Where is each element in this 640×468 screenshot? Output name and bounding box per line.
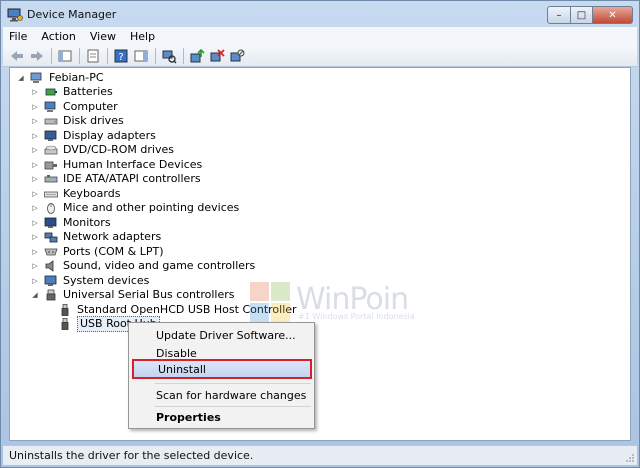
window-controls: – □ ✕ bbox=[547, 6, 633, 24]
mouse-icon bbox=[47, 202, 55, 214]
tree-item-computer[interactable]: ▷ Computer bbox=[30, 99, 117, 114]
tree-item-hid[interactable]: ▷ Human Interface Devices bbox=[30, 157, 202, 172]
keyboard-icon bbox=[44, 191, 58, 197]
tree-item-mice[interactable]: ▷ Mice and other pointing devices bbox=[30, 200, 239, 215]
back-arrow-icon[interactable] bbox=[9, 48, 25, 64]
menu-view[interactable]: View bbox=[90, 30, 116, 43]
network-adapter-icon bbox=[44, 232, 58, 242]
maximize-button[interactable]: □ bbox=[571, 6, 593, 24]
menu-help[interactable]: Help bbox=[130, 30, 155, 43]
tree-item-sound-video[interactable]: ▷ Sound, video and game controllers bbox=[30, 258, 255, 273]
expand-icon[interactable]: ▷ bbox=[30, 132, 40, 140]
window-title: Device Manager bbox=[27, 8, 117, 21]
minimize-button[interactable]: – bbox=[547, 6, 571, 24]
tree-item-keyboards[interactable]: ▷ Keyboards bbox=[30, 186, 120, 201]
scan-hardware-icon[interactable] bbox=[161, 48, 177, 64]
toolbar-separator bbox=[51, 47, 52, 64]
forward-arrow-icon[interactable] bbox=[29, 48, 45, 64]
hid-icon bbox=[44, 161, 57, 169]
title-bar[interactable]: Device Manager – □ ✕ bbox=[1, 1, 639, 29]
watermark-tagline: #1 Windows Portal Indonesia bbox=[298, 312, 415, 321]
usb-plug-icon bbox=[61, 303, 69, 316]
expand-icon[interactable]: ▷ bbox=[30, 146, 40, 154]
menu-update-driver[interactable]: Update Driver Software... bbox=[132, 326, 312, 344]
expand-icon[interactable]: ▷ bbox=[30, 103, 40, 111]
menu-separator bbox=[155, 383, 311, 384]
expand-icon[interactable]: ▷ bbox=[30, 117, 40, 125]
tree-item-ports[interactable]: ▷ Ports (COM & LPT) bbox=[30, 244, 163, 259]
tree-item-monitors[interactable]: ▷ Monitors bbox=[30, 215, 110, 230]
tree-item-ide-controllers[interactable]: ▷ IDE ATA/ATAPI controllers bbox=[30, 171, 200, 186]
status-bar: Uninstalls the driver for the selected d… bbox=[3, 445, 637, 465]
collapse-icon[interactable]: ◢ bbox=[16, 74, 26, 82]
expand-icon[interactable]: ▷ bbox=[30, 161, 40, 169]
toolbar-separator bbox=[107, 47, 108, 64]
tree-item-dvd-drives[interactable]: ▷ DVD/CD-ROM drives bbox=[30, 142, 174, 157]
tree-item-disk-drives[interactable]: ▷ Disk drives bbox=[30, 113, 123, 128]
svg-text:?: ? bbox=[118, 52, 123, 63]
expand-icon[interactable]: ▷ bbox=[30, 248, 40, 256]
collapse-icon[interactable]: ◢ bbox=[30, 291, 40, 299]
menu-bar: File Action View Help bbox=[3, 27, 637, 45]
disable-device-icon[interactable] bbox=[229, 48, 245, 64]
speaker-icon bbox=[45, 259, 54, 272]
computer-icon bbox=[30, 72, 42, 83]
update-driver-icon[interactable] bbox=[189, 48, 205, 64]
toolbar: ? bbox=[3, 45, 637, 67]
menu-properties[interactable]: Properties bbox=[132, 408, 312, 426]
tree-item-usb-controllers[interactable]: ◢ Universal Serial Bus controllers bbox=[30, 287, 234, 302]
expand-icon[interactable]: ▷ bbox=[30, 204, 40, 212]
battery-icon bbox=[45, 88, 57, 95]
show-hide-console-tree-icon[interactable] bbox=[57, 48, 73, 64]
status-text: Uninstalls the driver for the selected d… bbox=[9, 449, 254, 462]
display-adapter-icon bbox=[44, 130, 57, 141]
expand-icon[interactable]: ▷ bbox=[30, 88, 40, 96]
expand-icon[interactable]: ▷ bbox=[30, 277, 40, 285]
menu-action[interactable]: Action bbox=[41, 30, 75, 43]
menu-uninstall[interactable]: Uninstall bbox=[132, 359, 312, 379]
help-icon[interactable]: ? bbox=[113, 48, 129, 64]
context-menu: Update Driver Software... Disable Uninst… bbox=[128, 322, 315, 429]
toolbar-separator bbox=[155, 47, 156, 64]
expand-icon[interactable]: ▷ bbox=[30, 219, 40, 227]
menu-scan-hardware[interactable]: Scan for hardware changes bbox=[132, 386, 312, 404]
close-button[interactable]: ✕ bbox=[593, 6, 633, 24]
tree-item-display-adapters[interactable]: ▷ Display adapters bbox=[30, 128, 156, 143]
device-manager-window: Device Manager – □ ✕ File Action View He… bbox=[0, 0, 640, 468]
usb-icon bbox=[46, 289, 56, 300]
computer-icon bbox=[44, 101, 56, 112]
monitor-icon bbox=[44, 217, 57, 228]
tree-item-system-devices[interactable]: ▷ System devices bbox=[30, 273, 149, 288]
system-device-icon bbox=[44, 275, 57, 286]
tree-root-label: Febian-PC bbox=[49, 70, 104, 84]
properties-icon[interactable] bbox=[85, 48, 101, 64]
disk-drive-icon bbox=[44, 118, 58, 124]
resize-grip-icon[interactable] bbox=[625, 453, 635, 463]
windows-logo-icon bbox=[250, 282, 290, 322]
expand-icon[interactable]: ▷ bbox=[30, 233, 40, 241]
port-icon bbox=[44, 248, 58, 255]
device-tree-panel[interactable]: ◢ Febian-PC ▷ Batteries ▷ Computer ▷ Dis… bbox=[9, 67, 631, 441]
tree-root-row[interactable]: ◢ Febian-PC bbox=[16, 70, 104, 85]
usb-plug-icon bbox=[61, 317, 69, 330]
expand-icon[interactable]: ▷ bbox=[30, 175, 40, 183]
menu-separator bbox=[155, 406, 311, 407]
action-pane-icon[interactable] bbox=[133, 48, 149, 64]
toolbar-separator bbox=[183, 47, 184, 64]
expand-icon[interactable]: ▷ bbox=[30, 190, 40, 198]
uninstall-device-icon[interactable] bbox=[209, 48, 225, 64]
expand-icon[interactable]: ▷ bbox=[30, 262, 40, 270]
toolbar-separator bbox=[79, 47, 80, 64]
ide-controller-icon bbox=[44, 174, 58, 182]
device-manager-icon bbox=[7, 8, 23, 22]
tree-item-batteries[interactable]: ▷ Batteries bbox=[30, 84, 112, 99]
dvd-drive-icon bbox=[44, 145, 58, 154]
menu-file[interactable]: File bbox=[9, 30, 27, 43]
tree-item-network-adapters[interactable]: ▷ Network adapters bbox=[30, 229, 161, 244]
